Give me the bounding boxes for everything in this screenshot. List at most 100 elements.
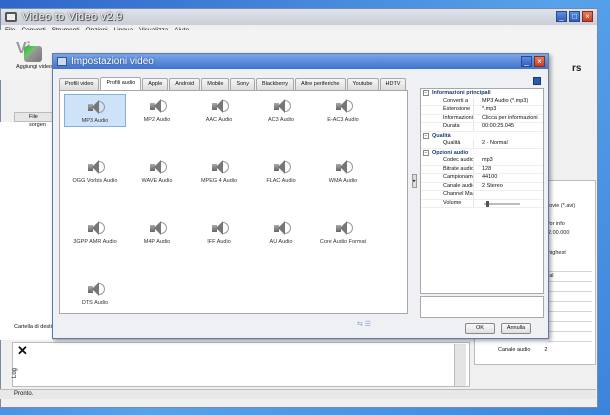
right-canale-key: Canale audio <box>498 347 531 353</box>
format-item-au[interactable]: AU Audio <box>250 216 312 247</box>
tab-profili-video[interactable]: Profili video <box>59 78 100 90</box>
collapse-icon[interactable]: − <box>423 149 429 156</box>
property-row[interactable]: Bitrate audio 128 <box>421 165 543 174</box>
close-button[interactable]: × <box>582 11 593 22</box>
section-header[interactable]: − Opzioni audio <box>421 148 543 157</box>
format-item-ac3[interactable]: AC3 Audio <box>250 94 312 125</box>
splitter-toggle-icon[interactable]: ▸ <box>412 174 417 188</box>
speaker-icon <box>147 219 167 237</box>
format-item-mp3[interactable]: MP3 Audio <box>64 94 126 127</box>
speaker-icon <box>85 280 105 298</box>
property-row[interactable]: Converti a MP3 Audio (*.mp3) <box>421 97 543 106</box>
minimize-button[interactable]: _ <box>556 11 567 22</box>
tab-android[interactable]: Android <box>169 78 201 90</box>
format-item-iff[interactable]: IFF Audio <box>188 216 250 247</box>
add-video-button[interactable]: Aggiungi video <box>16 46 53 70</box>
dialog-close-button[interactable]: × <box>534 56 545 67</box>
format-item-dts[interactable]: DTS Audio <box>64 277 126 308</box>
format-item-eac3[interactable]: E-AC3 Audio <box>312 94 374 125</box>
collapse-icon[interactable]: − <box>423 132 429 139</box>
profile-tabs: Profili video Profili audio Apple Androi… <box>59 77 407 90</box>
tab-hdtv[interactable]: HDTV <box>379 78 407 90</box>
format-item-3gpp-amr[interactable]: 3GPP AMR Audio <box>64 216 126 247</box>
tab-youtube[interactable]: Youtube <box>346 78 379 90</box>
format-item-aac[interactable]: AAC Audio <box>188 94 250 125</box>
dialog-title: Impostazioni video <box>71 56 154 67</box>
speaker-icon <box>209 158 229 176</box>
speaker-icon <box>333 219 353 237</box>
tab-altre-periferiche[interactable]: Altre periferiche <box>294 78 346 90</box>
file-column-header[interactable]: File sorgen <box>14 112 54 128</box>
speaker-icon <box>333 97 353 115</box>
format-label: E-AC3 Audio <box>327 117 359 123</box>
add-video-icon <box>24 46 42 62</box>
property-row[interactable]: Informazioni file...Clicca per informazi… <box>421 114 543 123</box>
tab-profili-audio[interactable]: Profili audio <box>100 77 142 90</box>
format-label: DTS Audio <box>81 300 109 306</box>
dialog-titlebar: Impostazioni video _ × <box>53 54 548 69</box>
property-row[interactable]: Estensione *.mp3 <box>421 106 543 115</box>
format-item-ogg[interactable]: OGG Vorbis Audio <box>64 155 126 186</box>
property-row[interactable]: Campionamento...44100 <box>421 174 543 183</box>
format-item-wma[interactable]: WMA Audio <box>312 155 374 186</box>
main-window-title: Video to Video v2.9 <box>22 11 123 23</box>
format-item-caf[interactable]: Core Audio Format <box>312 216 374 247</box>
speaker-icon <box>85 158 105 176</box>
ok-button[interactable]: OK <box>465 323 495 334</box>
format-label: OGG Vorbis Audio <box>72 178 118 184</box>
right-row: 2.00.000 <box>548 230 570 236</box>
tab-mobile[interactable]: Mobile <box>201 78 230 90</box>
speaker-icon <box>333 158 353 176</box>
main-titlebar: Video to Video v2.9 _ □ × <box>1 9 597 25</box>
format-label: MPEG 4 Audio <box>200 178 238 184</box>
cancel-button[interactable]: Annulla <box>501 323 531 334</box>
property-description <box>420 296 544 318</box>
app-icon <box>5 12 17 22</box>
right-grid <box>548 262 592 344</box>
format-item-mpeg4[interactable]: MPEG 4 Audio <box>188 155 250 186</box>
format-item-wave[interactable]: WAVE Audio <box>126 155 188 186</box>
dialog-buttons: OK Annulla <box>465 323 531 334</box>
add-video-label: Aggiungi video <box>16 64 53 70</box>
dialog-icon <box>57 57 67 66</box>
logo-fragment-icon: rs <box>572 63 582 74</box>
right-canale-value: 2 <box>544 347 548 353</box>
save-profile-icon[interactable] <box>533 77 541 85</box>
log-scrollbar[interactable] <box>454 344 466 386</box>
format-label: AAC Audio <box>205 117 233 123</box>
property-row[interactable]: Durata 00:00:25.045 <box>421 123 543 132</box>
format-label: MP3 Audio <box>81 118 109 124</box>
destination-label: Cartella di destin <box>14 324 55 330</box>
property-row[interactable]: Canale audio 2 Stereo <box>421 182 543 191</box>
section-header[interactable]: − Informazioni principali <box>421 89 543 98</box>
speaker-icon <box>85 98 105 116</box>
property-row[interactable]: Qualità 2 - Normal <box>421 140 543 149</box>
log-area[interactable] <box>12 342 470 387</box>
status-bar: Pronto. <box>0 389 596 399</box>
property-row[interactable]: Codec audio mp3 <box>421 157 543 166</box>
format-item-mp2[interactable]: MP2 Audio <box>126 94 188 125</box>
tab-apple[interactable]: Apple <box>142 78 169 90</box>
format-label: WMA Audio <box>328 178 358 184</box>
volume-row[interactable]: Volume <box>421 199 543 208</box>
format-label: M4P Audio <box>143 239 171 245</box>
format-label: AU Audio <box>269 239 293 245</box>
volume-slider[interactable] <box>484 200 520 207</box>
speaker-icon <box>271 97 291 115</box>
dialog-minimize-button[interactable]: _ <box>521 56 532 67</box>
tab-sony[interactable]: Sony <box>230 78 255 90</box>
view-mode-icons[interactable]: ⇆ ☰ <box>357 320 371 328</box>
file-list-panel[interactable] <box>0 122 54 340</box>
tab-blackberry[interactable]: Blackberry <box>255 78 294 90</box>
format-label: AC3 Audio <box>268 117 294 123</box>
format-item-flac[interactable]: FLAC Audio <box>250 155 312 186</box>
right-row: highest <box>548 250 566 256</box>
format-label: WAVE Audio <box>141 178 173 184</box>
maximize-button[interactable]: □ <box>569 11 580 22</box>
section-header[interactable]: − Qualità <box>421 131 543 140</box>
clear-log-icon[interactable]: ✕ <box>17 343 28 359</box>
speaker-icon <box>147 158 167 176</box>
property-row[interactable]: Channel Mapping <box>421 191 543 200</box>
format-item-m4p[interactable]: M4P Audio <box>126 216 188 247</box>
collapse-icon[interactable]: − <box>423 90 429 97</box>
